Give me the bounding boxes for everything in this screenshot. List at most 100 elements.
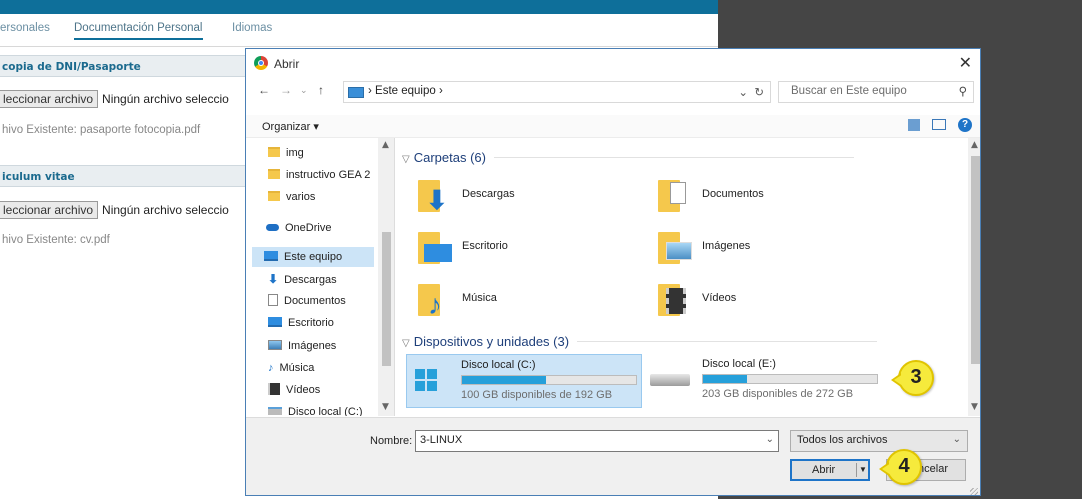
forward-arrow-icon[interactable]: → bbox=[280, 83, 292, 97]
desktop-icon bbox=[268, 317, 282, 327]
help-icon[interactable]: ? bbox=[958, 118, 972, 132]
scroll-up-icon[interactable]: ▲ bbox=[971, 140, 978, 150]
drive-usage-fill bbox=[462, 376, 546, 384]
open-split-arrow-icon[interactable]: ▼ bbox=[856, 463, 869, 477]
tab-divider bbox=[0, 46, 718, 47]
nav-item-descargas[interactable]: ⬇ Descargas bbox=[268, 269, 337, 289]
up-arrow-icon[interactable]: ↑ bbox=[318, 83, 324, 97]
drive-usage-bar bbox=[702, 374, 878, 384]
file-row-dni: leccionar archivo Ningún archivo seleccio bbox=[0, 90, 229, 112]
tab-documentacion-personal[interactable]: Documentación Personal bbox=[74, 22, 203, 40]
nav-label: Descargas bbox=[284, 274, 337, 286]
file-name-input[interactable]: 3-LINUX ⌄ bbox=[415, 430, 779, 452]
chevron-down-icon: ▽ bbox=[402, 154, 410, 165]
open-file-dialog: Abrir ✕ ← → ⌄ ↑ › Este equipo › ⌄ ↻ Busc… bbox=[245, 48, 981, 496]
videos-icon bbox=[268, 383, 280, 395]
drive-icon bbox=[268, 407, 282, 415]
onedrive-icon bbox=[266, 224, 279, 231]
drive-usage-bar bbox=[461, 375, 637, 385]
nav-item-documentos[interactable]: Documentos bbox=[268, 291, 346, 311]
select-file-button[interactable]: leccionar archivo bbox=[0, 90, 99, 108]
content-scrollbar[interactable]: ▲ ▼ bbox=[968, 138, 980, 416]
nav-item-este-equipo[interactable]: Este equipo bbox=[252, 247, 374, 267]
scroll-down-icon[interactable]: ▼ bbox=[382, 402, 389, 412]
search-placeholder: Buscar en Este equipo bbox=[791, 85, 907, 97]
content-scroll-thumb[interactable] bbox=[971, 156, 980, 364]
close-icon[interactable]: ✕ bbox=[959, 53, 972, 73]
nav-scroll-thumb[interactable] bbox=[382, 232, 391, 366]
existing-file-cv: hivo Existente: cv.pdf bbox=[2, 234, 110, 246]
computer-icon bbox=[264, 251, 278, 261]
nav-label: Documentos bbox=[284, 295, 346, 307]
no-file-label: Ningún archivo seleccio bbox=[102, 92, 229, 106]
videos-folder-icon bbox=[658, 282, 692, 316]
nav-label: Escritorio bbox=[288, 317, 334, 329]
drive-name: Disco local (C:) bbox=[461, 359, 536, 371]
nav-item-escritorio[interactable]: Escritorio bbox=[268, 313, 334, 333]
nav-item-instructivo[interactable]: instructivo GEA 2 bbox=[268, 165, 376, 185]
folder-icon bbox=[268, 169, 280, 179]
nav-item-musica[interactable]: ♪ Música bbox=[268, 358, 314, 378]
address-path: › Este equipo › bbox=[368, 85, 443, 97]
chevron-down-icon[interactable]: ⌄ bbox=[766, 434, 774, 445]
folder-label: Música bbox=[462, 292, 497, 304]
nav-item-imagenes[interactable]: Imágenes bbox=[268, 336, 336, 356]
recent-chevron-icon[interactable]: ⌄ bbox=[300, 85, 308, 96]
select-file-button[interactable]: leccionar archivo bbox=[0, 201, 99, 219]
search-icon[interactable]: ⚲ bbox=[959, 84, 967, 98]
nav-label: Imágenes bbox=[288, 340, 337, 352]
tab-personales[interactable]: ersonales bbox=[0, 22, 50, 34]
preview-pane-icon[interactable] bbox=[932, 119, 946, 130]
folder-icon bbox=[268, 147, 280, 157]
computer-icon bbox=[348, 87, 364, 98]
address-bar[interactable]: › Este equipo › ⌄ ↻ bbox=[343, 81, 771, 103]
top-bar bbox=[0, 0, 718, 14]
downloads-folder-icon: ⬇ bbox=[418, 178, 452, 213]
devices-group-header[interactable]: ▽ Dispositivos y unidades (3) bbox=[402, 334, 878, 349]
dialog-titlebar: Abrir ✕ bbox=[246, 49, 980, 77]
file-type-value: Todos los archivos bbox=[797, 434, 888, 446]
documents-folder-icon bbox=[658, 178, 692, 212]
nav-label: instructivo GEA 2 bbox=[286, 169, 371, 181]
drive-c[interactable]: Disco local (C:) 100 GB disponibles de 1… bbox=[406, 354, 642, 408]
nav-item-disco-c[interactable]: Disco local (C:) bbox=[268, 402, 363, 416]
nav-label: Música bbox=[279, 362, 315, 374]
folders-group-header[interactable]: ▽ Carpetas (6) bbox=[402, 150, 854, 165]
open-button[interactable]: Abrir ▼ bbox=[790, 459, 870, 481]
back-arrow-icon[interactable]: ← bbox=[258, 83, 270, 97]
desktop-folder-icon bbox=[418, 230, 452, 264]
downloads-icon: ⬇ bbox=[268, 272, 279, 286]
pictures-icon bbox=[268, 340, 282, 350]
organize-menu[interactable]: Organizar ▾ bbox=[262, 120, 319, 133]
no-file-label: Ningún archivo seleccio bbox=[102, 203, 229, 217]
file-type-select[interactable]: Todos los archivos ⌄ bbox=[790, 430, 968, 452]
file-name-label: Nombre: bbox=[370, 435, 413, 447]
resize-grip-icon[interactable] bbox=[970, 488, 978, 495]
drive-name: Disco local (E:) bbox=[702, 358, 776, 370]
navigation-bar: ← → ⌄ ↑ › Este equipo › ⌄ ↻ Buscar en Es… bbox=[246, 79, 980, 105]
tab-idiomas[interactable]: Idiomas bbox=[232, 22, 272, 34]
nav-item-videos[interactable]: Vídeos bbox=[268, 380, 320, 400]
hard-drive-icon bbox=[650, 374, 690, 386]
folder-label: Descargas bbox=[462, 188, 515, 200]
chevron-down-icon: ▽ bbox=[402, 338, 410, 349]
search-box[interactable]: Buscar en Este equipo ⚲ bbox=[778, 81, 974, 103]
refresh-icon[interactable]: ⌄ ↻ bbox=[738, 85, 764, 99]
nav-item-varios[interactable]: varios bbox=[268, 187, 315, 207]
nav-item-onedrive[interactable]: OneDrive bbox=[266, 218, 331, 238]
navigation-pane: img instructivo GEA 2 varios OneDrive Es… bbox=[246, 138, 395, 416]
drive-free-space: 100 GB disponibles de 192 GB bbox=[461, 389, 613, 401]
drive-e[interactable]: Disco local (E:) 203 GB disponibles de 2… bbox=[650, 354, 890, 408]
nav-scrollbar[interactable]: ▲ ▼ bbox=[378, 138, 394, 416]
callout-step-3: 3 bbox=[891, 360, 934, 396]
file-name-value: 3-LINUX bbox=[420, 434, 463, 446]
scroll-up-icon[interactable]: ▲ bbox=[382, 140, 389, 150]
nav-item-img[interactable]: img bbox=[268, 143, 304, 163]
folder-label: Vídeos bbox=[702, 292, 737, 304]
nav-label: Disco local (C:) bbox=[288, 406, 363, 416]
nav-label: OneDrive bbox=[285, 222, 332, 234]
pictures-folder-icon bbox=[658, 230, 692, 264]
change-view-icon[interactable] bbox=[908, 119, 920, 131]
music-folder-icon: ♪ bbox=[418, 282, 452, 319]
scroll-down-icon[interactable]: ▼ bbox=[971, 402, 978, 412]
